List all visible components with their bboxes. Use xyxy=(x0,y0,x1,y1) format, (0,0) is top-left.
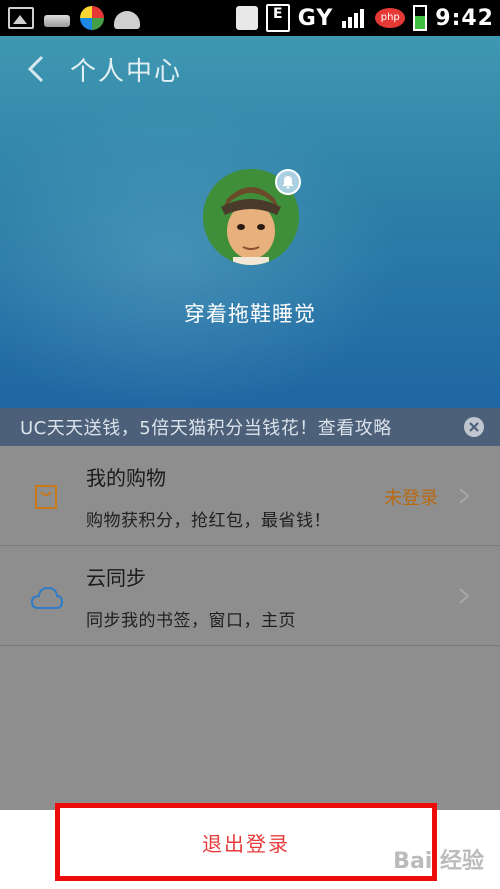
menu-list: 我的购物 购物获积分，抢红包，最省钱！ 未登录 云同步 同步我的书签，窗口，主页 xyxy=(0,446,500,810)
php-icon: php xyxy=(375,8,406,28)
back-button[interactable] xyxy=(8,39,64,99)
app-icon xyxy=(80,6,104,30)
e-network-icon: E xyxy=(265,4,290,32)
username: 穿着拖鞋睡觉 xyxy=(184,302,316,326)
chevron-left-icon xyxy=(27,55,44,83)
list-item-shopping[interactable]: 我的购物 购物获积分，抢红包，最省钱！ 未登录 xyxy=(0,446,500,546)
promo-banner[interactable]: UC天天送钱，5倍天猫积分当钱花！查看攻略 xyxy=(0,408,500,446)
list-item-title: 我的购物 xyxy=(86,466,166,490)
status-bar: E GY php 9:42 xyxy=(0,0,500,36)
list-item-cloud-sync[interactable]: 云同步 同步我的书签，窗口，主页 xyxy=(0,546,500,646)
profile-header: 个人中心 穿着拖鞋睡觉 xyxy=(0,36,500,408)
battery-icon xyxy=(413,5,428,31)
page-title: 个人中心 xyxy=(70,56,183,87)
watermark: Bai 经验 xyxy=(393,849,484,874)
sound-icon xyxy=(235,6,258,30)
logout-label: 退出登录 xyxy=(202,831,290,856)
close-icon[interactable] xyxy=(464,417,484,437)
avatar-container[interactable] xyxy=(203,169,301,267)
network-text: GY xyxy=(297,5,334,31)
android-icon xyxy=(114,11,140,29)
list-item-subtitle: 同步我的书签，窗口，主页 xyxy=(86,611,296,631)
signal-icon xyxy=(341,7,367,29)
list-item-title: 云同步 xyxy=(86,566,146,590)
promo-text[interactable]: UC天天送钱，5倍天猫积分当钱花！查看攻略 xyxy=(20,414,392,440)
cloud-icon xyxy=(30,586,64,609)
shopping-bag-icon xyxy=(35,485,57,509)
clock: 9:42 xyxy=(435,5,494,31)
image-icon xyxy=(8,7,34,29)
list-item-subtitle: 购物获积分，抢红包，最省钱！ xyxy=(86,511,331,531)
chevron-right-icon xyxy=(459,488,470,504)
bell-icon xyxy=(275,169,301,195)
login-status: 未登录 xyxy=(384,488,438,509)
logout-button[interactable]: 退出登录 xyxy=(55,803,437,881)
chevron-right-icon xyxy=(459,588,470,604)
usb-icon xyxy=(44,14,70,27)
top-bar: 个人中心 xyxy=(0,36,500,102)
